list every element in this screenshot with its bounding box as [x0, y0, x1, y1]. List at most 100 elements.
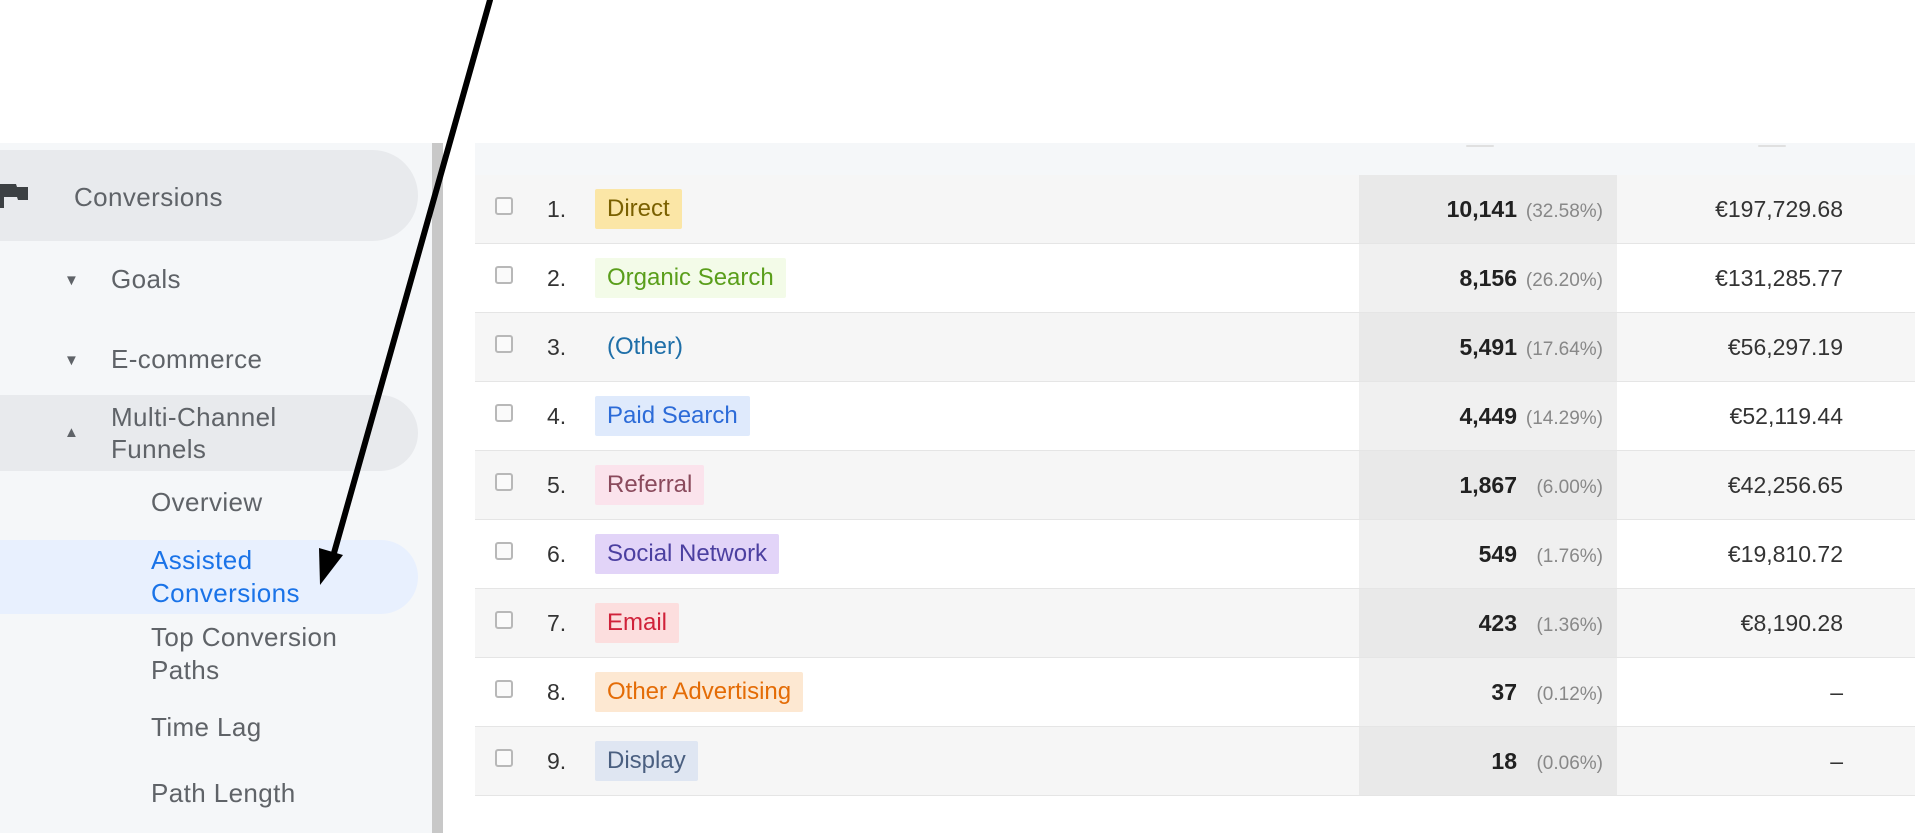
table-row[interactable]: 2. Organic Search 8,156 (26.20%) €131,285.77	[475, 244, 1915, 313]
sidebar-item-label: E-commerce	[111, 344, 263, 374]
row-number: 1.	[547, 196, 567, 222]
conversion-percent: (14.29%)	[1525, 408, 1603, 429]
conversion-value: €131,285.77	[1715, 265, 1843, 291]
assisted-conversions-value: 37 (0.12%)	[1359, 658, 1617, 726]
sidebar-gutter	[443, 143, 475, 833]
assisted-conversions-value: 549 (1.76%)	[1359, 520, 1617, 588]
sidebar-item-label: Goals	[111, 264, 181, 294]
channel-link[interactable]: Other Advertising	[595, 672, 804, 712]
table-row[interactable]: 9. Display 18 (0.06%) –	[475, 727, 1915, 796]
table-row[interactable]: 6. Social Network 549 (1.76%) €19,810.72	[475, 520, 1915, 589]
row-checkbox[interactable]	[495, 542, 513, 560]
conversion-count: 549	[1478, 541, 1517, 567]
channel-link[interactable]: Social Network	[595, 534, 780, 574]
channel-link[interactable]: Organic Search	[595, 258, 786, 298]
conversion-value: €19,810.72	[1727, 541, 1843, 567]
conversion-value: €42,256.65	[1727, 472, 1843, 498]
conversion-count: 10,141	[1446, 196, 1517, 222]
conversion-value: €197,729.68	[1715, 196, 1843, 222]
assisted-conversions-value: 5,491 (17.64%)	[1359, 313, 1617, 381]
row-checkbox[interactable]	[495, 266, 513, 284]
channel-link[interactable]: Direct	[595, 189, 682, 229]
caret-down-icon: ▼	[64, 352, 79, 369]
table-row[interactable]: 3. (Other) 5,491 (17.64%) €56,297.19	[475, 313, 1915, 382]
conversion-count: 8,156	[1459, 265, 1517, 291]
conversion-value: €8,190.28	[1740, 610, 1843, 636]
table-row[interactable]: 1. Direct 10,141 (32.58%) €197,729.68	[475, 175, 1915, 244]
sidebar-item-assisted-conversions[interactable]: Assisted Conversions	[0, 540, 418, 614]
channel-link[interactable]: (Other)	[595, 327, 695, 367]
row-checkbox[interactable]	[495, 197, 513, 215]
conversion-value: €56,297.19	[1727, 334, 1843, 360]
conversion-percent: (1.36%)	[1536, 615, 1603, 636]
sidebar-item-label: Conversions	[74, 182, 223, 212]
sidebar-item-label-line2: Funnels	[111, 434, 207, 464]
row-checkbox[interactable]	[495, 335, 513, 353]
conversion-count: 37	[1491, 679, 1517, 705]
row-checkbox[interactable]	[495, 611, 513, 629]
sidebar-item-goals[interactable]: ▼ Goals	[0, 250, 418, 310]
assisted-conversions-value: 423 (1.36%)	[1359, 589, 1617, 657]
table-row[interactable]: 8. Other Advertising 37 (0.12%) –	[475, 658, 1915, 727]
row-number: 3.	[547, 334, 567, 360]
conversion-count: 423	[1478, 610, 1517, 636]
row-checkbox[interactable]	[495, 473, 513, 491]
header-divider	[1758, 145, 1786, 147]
conversion-value: –	[1830, 748, 1843, 774]
sidebar-item-label-line1: Top Conversion	[151, 622, 338, 652]
table-row[interactable]: 4. Paid Search 4,449 (14.29%) €52,119.44	[475, 382, 1915, 451]
sidebar-item-overview[interactable]: Overview	[0, 486, 418, 526]
caret-down-icon: ▼	[64, 272, 79, 289]
conversion-percent: (0.12%)	[1536, 684, 1603, 705]
table-row[interactable]: 5. Referral 1,867 (6.00%) €42,256.65	[475, 451, 1915, 520]
channel-link[interactable]: Display	[595, 741, 698, 781]
row-checkbox[interactable]	[495, 749, 513, 767]
row-number: 4.	[547, 403, 567, 429]
table-row[interactable]: 7. Email 423 (1.36%) €8,190.28	[475, 589, 1915, 658]
sidebar-item-label-line1: Multi-Channel	[111, 402, 277, 432]
sidebar-item-time-lag[interactable]: Time Lag	[0, 711, 418, 751]
sidebar-item-path-length[interactable]: Path Length	[0, 777, 418, 817]
row-checkbox[interactable]	[495, 404, 513, 422]
assisted-conversions-value: 1,867 (6.00%)	[1359, 451, 1617, 519]
sidebar-scrollbar[interactable]	[432, 143, 443, 833]
channel-link[interactable]: Paid Search	[595, 396, 750, 436]
row-checkbox[interactable]	[495, 680, 513, 698]
conversion-percent: (26.20%)	[1525, 270, 1603, 291]
row-number: 5.	[547, 472, 567, 498]
row-number: 2.	[547, 265, 567, 291]
conversion-percent: (17.64%)	[1525, 339, 1603, 360]
conversion-count: 1,867	[1459, 472, 1517, 498]
channel-link[interactable]: Referral	[595, 465, 705, 505]
row-number: 6.	[547, 541, 567, 567]
conversion-percent: (0.06%)	[1536, 753, 1603, 774]
conversion-percent: (6.00%)	[1536, 477, 1603, 498]
conversion-value: €52,119.44	[1729, 403, 1843, 429]
caret-up-icon: ▲	[64, 424, 79, 441]
sidebar-item-label: Overview	[151, 487, 263, 517]
conversion-percent: (1.76%)	[1536, 546, 1603, 567]
assisted-conversions-value: 10,141 (32.58%)	[1359, 175, 1617, 243]
sidebar-item-top-conversion-paths[interactable]: Top Conversion Paths	[0, 621, 418, 691]
assisted-conversions-value: 4,449 (14.29%)	[1359, 382, 1617, 450]
conversion-count: 5,491	[1459, 334, 1517, 360]
conversion-count: 18	[1491, 748, 1517, 774]
sidebar-item-label: Time Lag	[151, 712, 262, 742]
conversion-value: –	[1830, 679, 1843, 705]
assisted-conversions-value: 8,156 (26.20%)	[1359, 244, 1617, 312]
channel-link[interactable]: Email	[595, 603, 680, 643]
row-number: 9.	[547, 748, 567, 774]
table-header	[475, 143, 1915, 175]
sidebar-item-label: Path Length	[151, 778, 296, 808]
header-divider	[1466, 145, 1494, 147]
row-number: 7.	[547, 610, 567, 636]
sidebar-item-multi-channel-funnels[interactable]: ▲ Multi-Channel Funnels	[0, 395, 418, 471]
flag-icon	[0, 184, 28, 208]
row-number: 8.	[547, 679, 567, 705]
sidebar-item-label-line2: Paths	[151, 655, 220, 685]
sidebar-item-conversions[interactable]: Conversions	[0, 150, 418, 241]
sidebar-item-label-line1: Assisted	[151, 545, 253, 575]
sidebar-item-ecommerce[interactable]: ▼ E-commerce	[0, 328, 418, 388]
sidebar-item-label-line2: Conversions	[151, 578, 300, 608]
assisted-conversions-value: 18 (0.06%)	[1359, 727, 1617, 795]
